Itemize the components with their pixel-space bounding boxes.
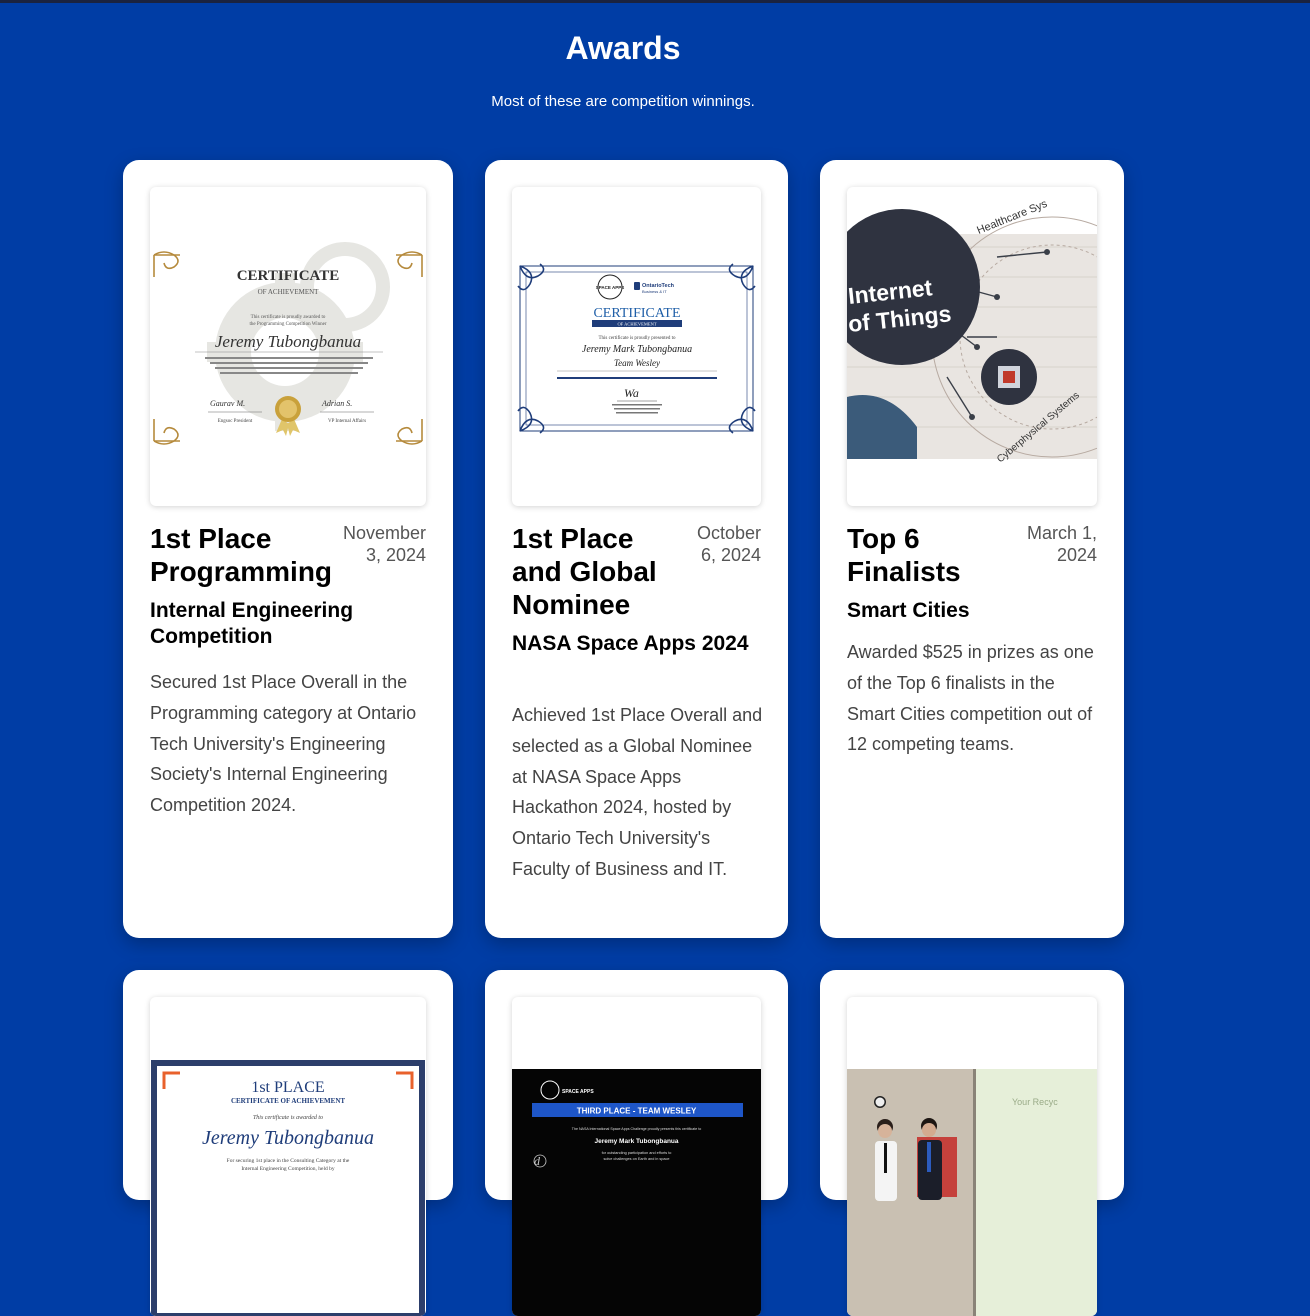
award-organization: Smart Cities — [847, 599, 970, 622]
award-title: Top 6 Finalists — [847, 523, 961, 587]
award-description: Achieved 1st Place Overall and selected … — [512, 705, 763, 879]
award-image-consulting-certificate[interactable]: 1st PLACE CERTIFICATE OF ACHIEVEMENT Thi… — [150, 997, 426, 1316]
svg-text:SPACE APPS: SPACE APPS — [562, 1089, 594, 1095]
svg-text:The NASA International Space A: The NASA International Space Apps Challe… — [572, 1127, 701, 1131]
award-date: November 3, 2024 — [342, 523, 426, 565]
award-image-nasa-third-place[interactable]: SPACE APPS THIRD PLACE - TEAM WESLEY The… — [512, 997, 761, 1316]
award-organization: Internal Engineering Competition — [150, 599, 354, 648]
award-image-nasa-certificate[interactable]: SPACE APPS OntarioTech Business & IT CER… — [512, 187, 761, 506]
svg-text:Team Wesley: Team Wesley — [614, 358, 660, 368]
svg-text:Jeremy Tubongbanua: Jeremy Tubongbanua — [202, 1127, 374, 1149]
award-title: 1st Place and Global Nominee — [512, 523, 657, 620]
award-description: Secured 1st Place Overall in the Program… — [150, 672, 417, 816]
svg-text:This certificate is proudly aw: This certificate is proudly awarded to — [251, 315, 326, 320]
chip-icon — [981, 349, 1037, 405]
svg-text:OF ACHIEVEMENT: OF ACHIEVEMENT — [617, 322, 656, 327]
svg-text:d: d — [534, 1154, 541, 1168]
svg-text:Adrian S.: Adrian S. — [321, 399, 352, 408]
svg-text:for outstanding participation: for outstanding participation and effort… — [602, 1151, 672, 1155]
svg-text:1st PLACE: 1st PLACE — [251, 1079, 324, 1096]
svg-text:Wa: Wa — [624, 386, 639, 400]
award-card-smart-cities[interactable]: Internet of Things Cyberphysical Systems… — [820, 160, 1124, 938]
svg-text:Jeremy Mark Tubongbanua: Jeremy Mark Tubongbanua — [594, 1138, 678, 1145]
svg-text:VP Internal Affairs: VP Internal Affairs — [328, 419, 366, 424]
certificate-graphic: CERTIFICATE OF ACHIEVEMENT This certific… — [150, 242, 426, 445]
award-image-smart-cities-photo[interactable]: Internet of Things Cyberphysical Systems… — [847, 187, 1097, 506]
top-edge-bar — [0, 0, 1310, 3]
svg-text:Internal Engineering Competiti: Internal Engineering Competition, held b… — [241, 1166, 335, 1172]
award-card-recycling-presentation[interactable]: Your Recyc — [820, 970, 1124, 1316]
award-card-nasa-space-apps[interactable]: SPACE APPS OntarioTech Business & IT CER… — [485, 160, 788, 938]
award-date: March 1, 2024 — [1026, 523, 1097, 565]
certificate-graphic: 1st PLACE CERTIFICATE OF ACHIEVEMENT Thi… — [151, 1060, 425, 1316]
svg-text:SPACE APPS: SPACE APPS — [596, 285, 625, 290]
svg-text:solve challenges on Earth and: solve challenges on Earth and in space — [603, 1157, 669, 1161]
svg-text:For securing 1st place in the: For securing 1st place in the Consulting… — [227, 1158, 350, 1164]
svg-text:Gaurav M.: Gaurav M. — [210, 399, 245, 408]
award-image-presentation-photo[interactable]: Your Recyc — [847, 997, 1097, 1316]
photo-graphic: Your Recyc — [847, 1069, 1097, 1316]
svg-text:CERTIFICATE OF ACHIEVEMENT: CERTIFICATE OF ACHIEVEMENT — [231, 1097, 345, 1105]
award-card-programming[interactable]: CERTIFICATE OF ACHIEVEMENT This certific… — [123, 160, 453, 938]
photo-graphic: Internet of Things Cyberphysical Systems… — [847, 198, 1097, 465]
svg-text:Jeremy Mark Tubongbanua: Jeremy Mark Tubongbanua — [582, 344, 692, 355]
award-title: 1st Place Programming — [150, 523, 333, 587]
svg-text:CERTIFICATE: CERTIFICATE — [237, 268, 340, 284]
svg-text:This certificate is awarded to: This certificate is awarded to — [253, 1114, 323, 1121]
svg-text:the Programming Competition Wi: the Programming Competition Winner — [249, 322, 326, 327]
svg-text:Jeremy Tubongbanua: Jeremy Tubongbanua — [215, 332, 361, 351]
svg-text:Your Recyc: Your Recyc — [1012, 1097, 1058, 1107]
award-card-consulting[interactable]: 1st PLACE CERTIFICATE OF ACHIEVEMENT Thi… — [123, 970, 453, 1316]
svg-text:This certificate is proudly pr: This certificate is proudly presented to — [598, 336, 676, 341]
award-card-nasa-third-place[interactable]: SPACE APPS THIRD PLACE - TEAM WESLEY The… — [485, 970, 788, 1316]
page-title: Awards — [565, 30, 681, 66]
award-image-ieng-certificate[interactable]: CERTIFICATE OF ACHIEVEMENT This certific… — [150, 187, 426, 506]
award-date: October 6, 2024 — [696, 523, 761, 565]
svg-text:THIRD PLACE - TEAM WESLEY: THIRD PLACE - TEAM WESLEY — [577, 1107, 697, 1116]
award-organization: NASA Space Apps 2024 — [512, 632, 749, 655]
svg-text:OF ACHIEVEMENT: OF ACHIEVEMENT — [258, 288, 320, 296]
certificate-graphic: SPACE APPS THIRD PLACE - TEAM WESLEY The… — [512, 1069, 761, 1316]
page-subtitle: Most of these are competition winnings. — [491, 93, 755, 110]
svg-text:Engsoc President: Engsoc President — [218, 419, 253, 424]
award-description: Awarded $525 in prizes as one of the Top… — [847, 642, 1094, 755]
svg-text:Business & IT: Business & IT — [642, 289, 667, 294]
certificate-graphic: SPACE APPS OntarioTech Business & IT CER… — [517, 263, 756, 434]
svg-text:CERTIFICATE: CERTIFICATE — [593, 306, 680, 321]
